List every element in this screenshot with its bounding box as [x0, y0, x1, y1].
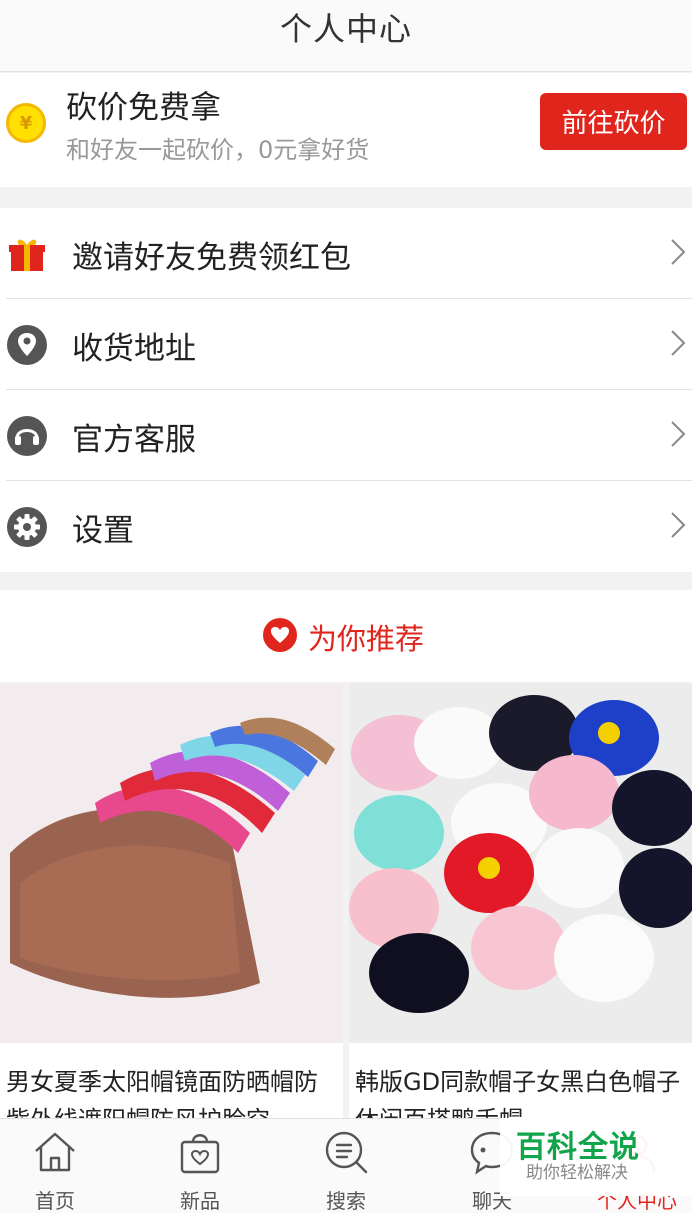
product-name: 韩版GD同款帽子女黑白色帽子休闲百搭鸭舌帽 — [355, 1068, 681, 1123]
tab-home[interactable]: 首页 — [0, 1119, 110, 1213]
tab-label: 搜索 — [326, 1189, 366, 1213]
tab-label: 新品 — [180, 1189, 220, 1213]
bargain-title: 砍价免费拿 — [66, 90, 221, 126]
gift-icon — [9, 239, 45, 271]
menu-item-label: 收货地址 — [72, 331, 196, 367]
page: 个人中心 ¥ 砍价免费拿 和好友一起砍价，0元拿好货 前往砍价 邀请好友免费领红… — [0, 0, 692, 1213]
product-image-caps — [349, 683, 692, 1043]
tab-search[interactable]: 搜索 — [291, 1119, 401, 1213]
menu-item-address[interactable]: 收货地址 — [0, 299, 692, 390]
header-bar: 个人中心 — [0, 0, 692, 72]
product-card[interactable]: 男女夏季太阳帽镜面防晒帽防紫外线遮阳帽防风护脸空 — [0, 683, 343, 1123]
menu-list: 邀请好友免费领红包 收货地址 官方客服 设置 — [0, 208, 692, 572]
menu-item-label: 邀请好友免费领红包 — [72, 240, 351, 276]
go-bargain-button[interactable]: 前往砍价 — [540, 93, 687, 150]
coin-icon: ¥ — [6, 103, 46, 143]
chevron-right-icon — [671, 239, 686, 265]
menu-item-settings[interactable]: 设置 — [0, 481, 692, 572]
heart-icon — [263, 618, 297, 652]
product-grid: 男女夏季太阳帽镜面防晒帽防紫外线遮阳帽防风护脸空 韩版GD同款帽子女黑白色帽子休… — [0, 683, 692, 1123]
menu-item-invite[interactable]: 邀请好友免费领红包 — [0, 208, 692, 299]
tab-new[interactable]: 新品 — [145, 1119, 255, 1213]
gear-icon — [7, 507, 47, 547]
menu-item-label: 设置 — [72, 513, 134, 549]
product-image-visor — [0, 683, 343, 1043]
bargain-subtitle: 和好友一起砍价，0元拿好货 — [66, 136, 370, 164]
page-title: 个人中心 — [279, 10, 412, 48]
shopping-bag-icon — [180, 1134, 220, 1174]
chevron-right-icon — [671, 330, 686, 356]
location-pin-icon — [7, 325, 47, 365]
headset-icon — [7, 416, 47, 456]
tab-label: 首页 — [35, 1189, 75, 1213]
chevron-right-icon — [671, 421, 686, 447]
menu-item-customer-service[interactable]: 官方客服 — [0, 390, 692, 481]
menu-item-label: 官方客服 — [72, 422, 196, 458]
product-card[interactable]: 韩版GD同款帽子女黑白色帽子休闲百搭鸭舌帽 — [349, 683, 692, 1123]
product-name: 男女夏季太阳帽镜面防晒帽防紫外线遮阳帽防风护脸空 — [6, 1068, 318, 1123]
watermark-subtitle: 助你轻松解决 — [526, 1163, 628, 1183]
search-icon — [325, 1131, 368, 1174]
watermark: 百科全说 助你轻松解决 — [500, 1118, 692, 1196]
home-icon — [35, 1132, 75, 1172]
recommend-label: 为你推荐 — [308, 622, 425, 656]
chevron-right-icon — [671, 512, 686, 538]
